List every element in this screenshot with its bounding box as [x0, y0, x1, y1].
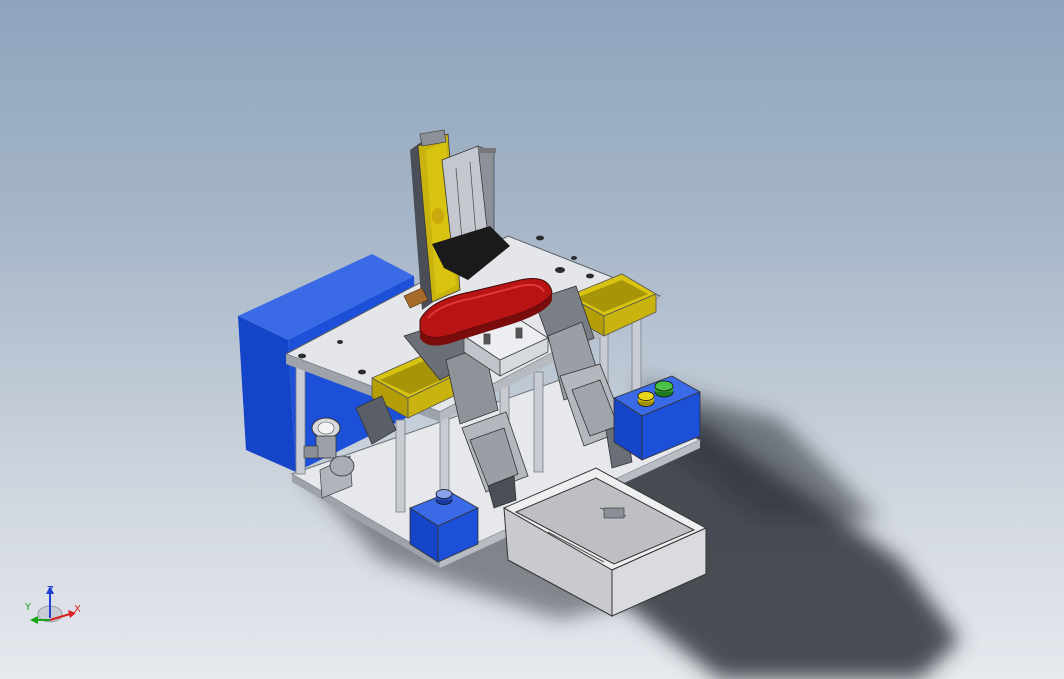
- x-axis-label: X: [74, 604, 81, 615]
- assembly-model[interactable]: [0, 0, 1064, 679]
- z-axis-label: Z: [47, 585, 54, 596]
- y-arrowhead-icon: [30, 616, 38, 624]
- y-axis-label: Y: [24, 602, 32, 613]
- right-green-button[interactable]: [654, 380, 674, 398]
- left-blue-button[interactable]: [435, 489, 453, 505]
- right-yellow-button[interactable]: [637, 391, 655, 407]
- cad-viewport[interactable]: Z X Y: [0, 0, 1064, 679]
- coordinate-triad: Z X Y: [24, 585, 81, 624]
